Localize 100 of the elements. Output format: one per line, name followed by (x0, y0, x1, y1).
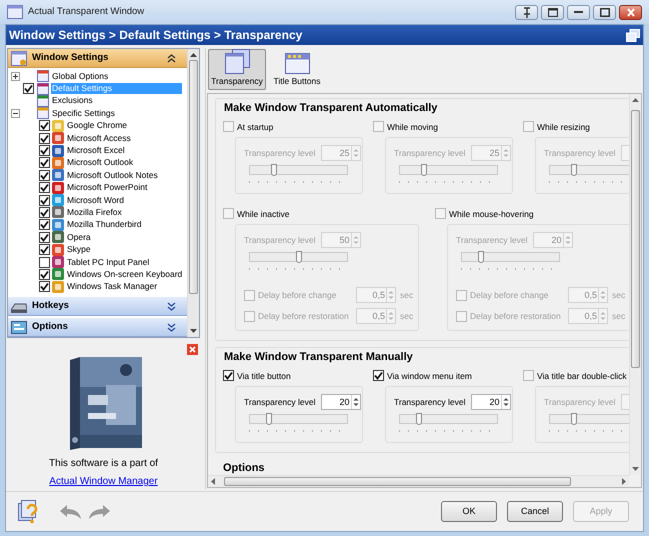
tree-item[interactable]: Microsoft Outlook (66, 157, 134, 168)
slider[interactable] (549, 414, 629, 424)
slider-thumb[interactable] (416, 413, 422, 425)
checkbox-label[interactable]: Via window menu item (387, 370, 472, 382)
checkbox-label[interactable]: While mouse-hovering (449, 208, 534, 220)
checkbox[interactable] (244, 310, 255, 322)
panel-header[interactable]: Window Settings (8, 49, 187, 68)
checkbox[interactable] (39, 281, 50, 292)
checkbox[interactable] (223, 208, 234, 219)
checkbox[interactable] (39, 132, 50, 144)
checkbox[interactable] (39, 194, 50, 206)
button[interactable]: OK (441, 501, 497, 522)
tree-item[interactable]: Microsoft Word (66, 194, 125, 206)
slider-thumb[interactable] (421, 164, 428, 176)
tree-item[interactable]: Microsoft Excel (66, 145, 126, 156)
slider-thumb[interactable] (571, 413, 578, 425)
slider[interactable] (549, 165, 629, 175)
close-button[interactable] (619, 4, 642, 20)
checkbox[interactable] (373, 370, 384, 381)
checkbox-label[interactable]: Via title button (237, 370, 291, 382)
scroll-thumb[interactable] (189, 60, 198, 294)
tree-item[interactable]: Microsoft Access (66, 132, 132, 144)
minimize-button[interactable] (567, 4, 590, 20)
checkbox[interactable] (39, 170, 50, 181)
slider[interactable] (461, 252, 560, 262)
slider[interactable] (399, 414, 498, 424)
scroll-bar[interactable] (208, 475, 629, 487)
checkbox-label[interactable]: At startup (237, 120, 274, 132)
checkbox-label[interactable]: While inactive (237, 208, 290, 220)
scroll-down-icon[interactable] (190, 329, 197, 333)
tree-item[interactable]: Mozilla Thunderbird (66, 219, 142, 230)
tree-item[interactable]: Exclusions (51, 95, 94, 106)
panel-header[interactable]: Hotkeys (8, 297, 187, 316)
scroll-left-icon[interactable] (211, 478, 215, 485)
checkbox[interactable] (435, 208, 446, 219)
spin-field[interactable]: 20 (470, 394, 510, 410)
spin-field[interactable]: 20 (320, 394, 360, 410)
checkbox-label[interactable]: While resizing (537, 120, 590, 132)
product-link[interactable]: Actual Window Manager (49, 474, 158, 489)
tree-item[interactable]: Microsoft Outlook Notes (66, 170, 159, 181)
scroll-up-icon[interactable] (632, 98, 639, 102)
close-button[interactable] (187, 344, 198, 355)
tree-item[interactable]: Opera (66, 232, 92, 243)
checkbox[interactable] (39, 206, 50, 218)
checkbox[interactable] (39, 120, 50, 132)
checkbox[interactable] (39, 145, 50, 156)
tree-item[interactable]: Windows On-screen Keyboard (66, 268, 184, 280)
pin-button[interactable] (515, 4, 538, 20)
tree-item[interactable]: Skype (66, 244, 92, 256)
slider[interactable] (249, 165, 348, 175)
tree-item[interactable]: Tablet PC Input Panel (66, 256, 150, 268)
checkbox[interactable] (39, 219, 50, 230)
tree-item[interactable]: Global Options (51, 70, 110, 82)
button[interactable]: Cancel (507, 501, 563, 522)
restore-button[interactable] (541, 4, 564, 20)
redo-icon[interactable] (89, 504, 110, 518)
tab[interactable]: Title Buttons (268, 49, 326, 90)
slider-thumb[interactable] (571, 164, 578, 176)
checkbox[interactable] (39, 157, 50, 168)
scroll-up-icon[interactable] (190, 53, 197, 57)
maximize-button[interactable] (593, 4, 616, 20)
scroll-right-icon[interactable] (622, 478, 626, 485)
checkbox[interactable] (223, 121, 234, 132)
scroll-bar[interactable] (629, 94, 641, 475)
tree-item[interactable]: Microsoft PowerPoint (66, 182, 148, 194)
checkbox[interactable] (523, 121, 534, 132)
checkbox[interactable] (39, 232, 50, 243)
slider-thumb[interactable] (271, 164, 278, 176)
checkbox-label[interactable]: While moving (387, 120, 438, 132)
checkbox[interactable] (39, 268, 50, 280)
checkbox[interactable] (39, 244, 50, 256)
checkbox[interactable] (523, 370, 534, 381)
tab[interactable]: Transparency (208, 49, 266, 90)
checkbox[interactable] (39, 182, 50, 194)
help-icon[interactable] (18, 500, 40, 524)
tree-item[interactable]: Windows Task Manager (66, 281, 158, 292)
scroll-down-icon[interactable] (632, 467, 639, 471)
checkbox[interactable] (456, 290, 467, 300)
checkbox[interactable] (456, 310, 467, 322)
checkbox[interactable] (373, 121, 384, 132)
tree-item[interactable]: Mozilla Firefox (66, 206, 123, 218)
undo-icon[interactable] (60, 504, 81, 518)
checkbox[interactable] (223, 370, 234, 381)
expand-icon[interactable] (11, 72, 20, 81)
scroll-bar[interactable] (187, 49, 199, 337)
checkbox[interactable] (39, 256, 50, 268)
tree-item[interactable]: Google Chrome (66, 120, 128, 132)
checkbox-label[interactable]: Via title bar double-click (537, 370, 627, 382)
slider-thumb[interactable] (296, 251, 302, 263)
slider[interactable] (249, 252, 348, 262)
scroll-thumb[interactable] (224, 477, 571, 486)
panel-header[interactable]: Options (8, 318, 187, 337)
checkbox[interactable] (23, 83, 34, 94)
slider-thumb[interactable] (478, 251, 484, 263)
collapse-icon[interactable] (11, 108, 20, 118)
slider[interactable] (249, 414, 348, 424)
checkbox[interactable] (244, 290, 255, 300)
scroll-thumb[interactable] (631, 110, 640, 368)
tree-item[interactable]: Specific Settings (51, 108, 116, 119)
slider-thumb[interactable] (266, 413, 272, 425)
